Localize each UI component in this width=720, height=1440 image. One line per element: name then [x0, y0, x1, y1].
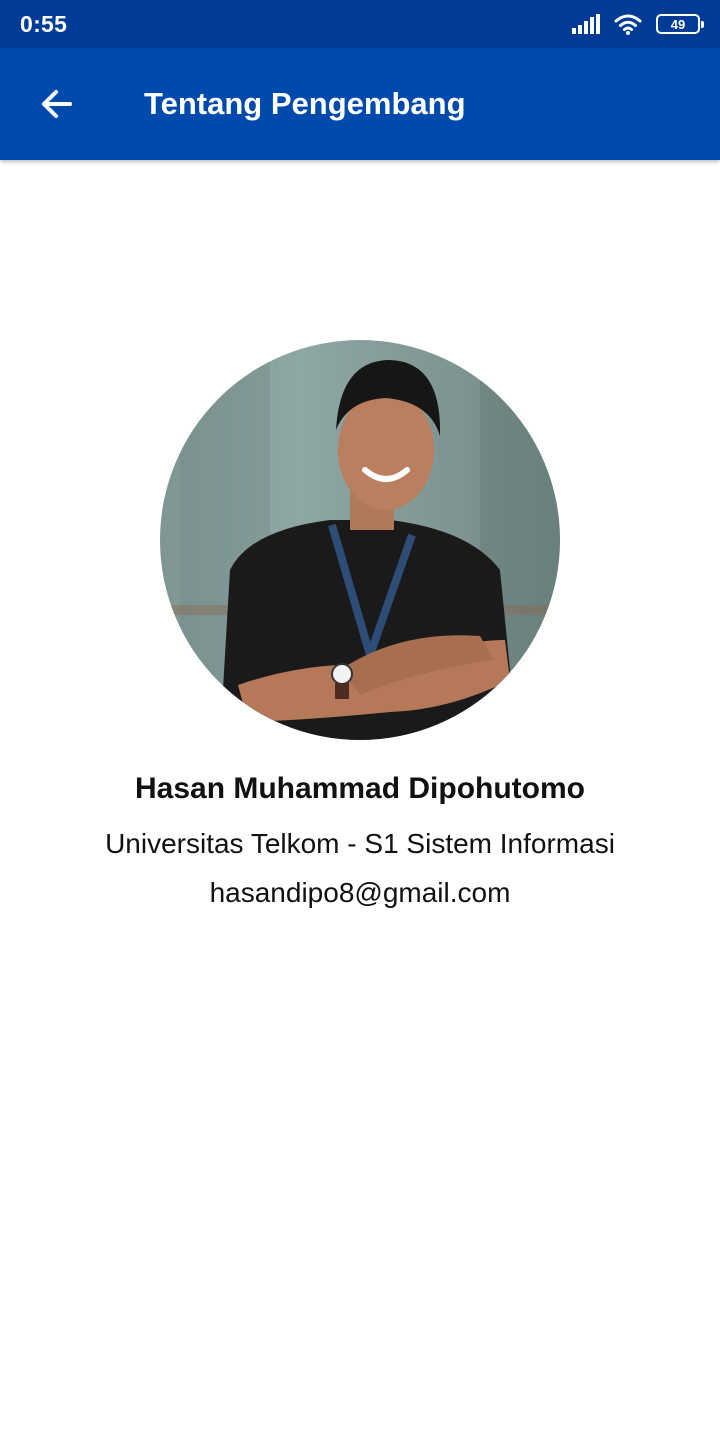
status-icons: 49 — [572, 13, 704, 35]
arrow-left-icon — [42, 90, 72, 118]
battery-level: 49 — [670, 16, 686, 32]
wifi-icon — [614, 14, 642, 35]
signal-icon — [572, 14, 600, 34]
developer-email: hasandipo8@gmail.com — [209, 877, 511, 908]
app-bar: Tentang Pengembang — [0, 48, 720, 160]
profile-photo — [160, 340, 560, 740]
page-title: Tentang Pengembang — [144, 86, 466, 121]
developer-name: Hasan Muhammad Dipohutomo — [134, 772, 585, 805]
back-button[interactable] — [0, 48, 112, 160]
status-bar: 0:55 49 — [0, 0, 720, 48]
battery-icon: 49 — [656, 14, 704, 34]
status-time: 0:55 — [20, 10, 68, 37]
avatar — [160, 340, 560, 740]
developer-school: Universitas Telkom - S1 Sistem Informasi — [105, 828, 615, 859]
